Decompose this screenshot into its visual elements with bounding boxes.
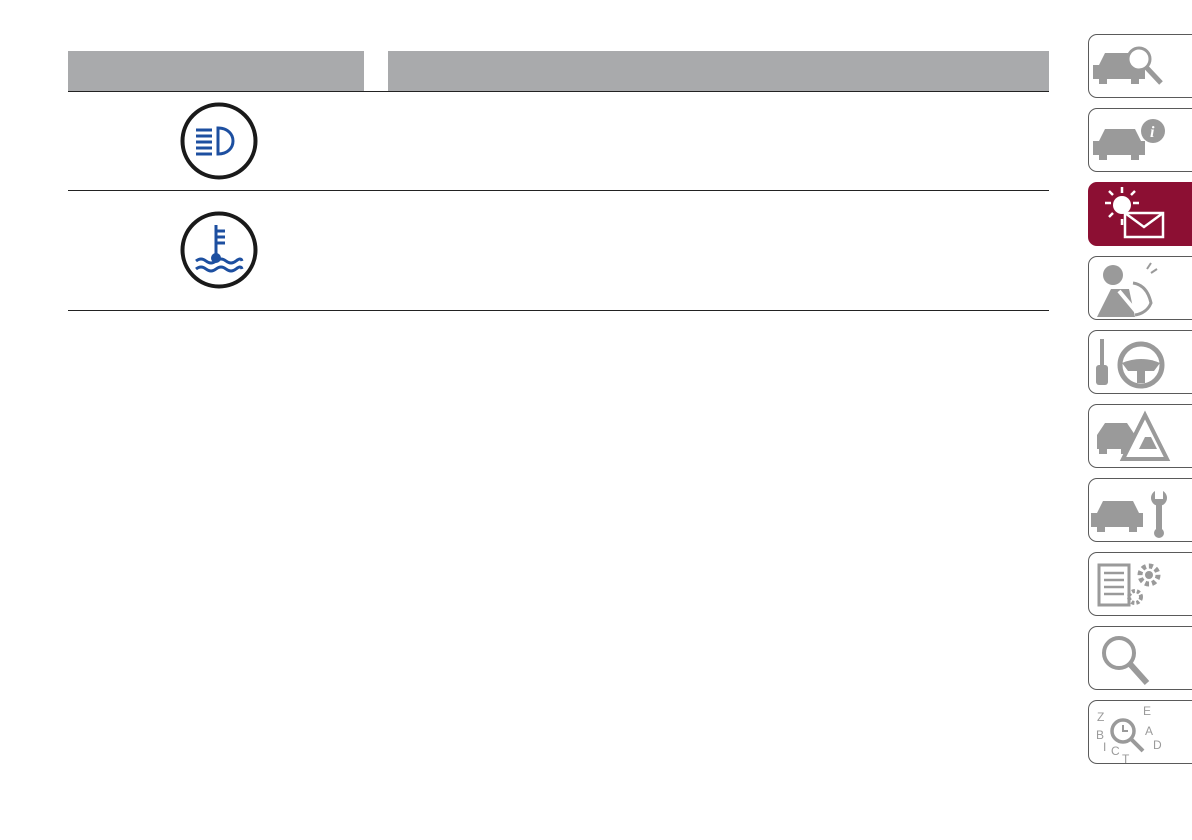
airbag-seatbelt-icon	[1097, 262, 1158, 317]
table-divider	[68, 190, 1049, 191]
nav-tab-technical-data[interactable]	[1088, 552, 1192, 616]
table-header-right	[388, 51, 1049, 91]
car-wrench-icon	[1091, 491, 1167, 538]
car-search-icon	[1093, 46, 1163, 85]
nav-tab-warning-lights[interactable]	[1088, 182, 1192, 246]
nav-tab-search[interactable]	[1088, 626, 1192, 690]
nav-tab-safety[interactable]	[1088, 256, 1192, 320]
coolant-temperature-icon	[180, 211, 258, 289]
table-header-left	[68, 51, 364, 91]
table-divider	[68, 310, 1049, 311]
car-hazard-icon	[1097, 410, 1171, 461]
nav-tab-starting-driving[interactable]	[1088, 330, 1192, 394]
svg-text:C: C	[1111, 744, 1120, 758]
car-info-icon: i	[1093, 119, 1165, 160]
nav-tab-maintenance[interactable]	[1088, 478, 1192, 542]
specs-gear-icon	[1097, 563, 1161, 607]
magnifier-icon	[1102, 636, 1150, 686]
nav-tab-index[interactable]: Z B E A D C T I	[1088, 700, 1192, 764]
svg-text:E: E	[1143, 704, 1151, 718]
nav-tab-car-info[interactable]: i	[1088, 108, 1192, 172]
svg-text:Z: Z	[1097, 710, 1104, 724]
high-beam-headlight-icon	[180, 102, 258, 180]
svg-text:i: i	[1150, 124, 1155, 141]
svg-text:A: A	[1145, 724, 1153, 738]
warning-light-message-icon	[1105, 187, 1165, 239]
table-divider	[68, 91, 1049, 92]
alphabetical-index-icon: Z B E A D C T I	[1096, 704, 1162, 764]
svg-text:D: D	[1153, 738, 1162, 752]
svg-text:T: T	[1122, 752, 1130, 764]
nav-tab-car-search[interactable]	[1088, 34, 1192, 98]
nav-tab-emergency[interactable]	[1088, 404, 1192, 468]
svg-text:I: I	[1103, 740, 1106, 754]
key-steering-wheel-icon	[1096, 339, 1165, 389]
